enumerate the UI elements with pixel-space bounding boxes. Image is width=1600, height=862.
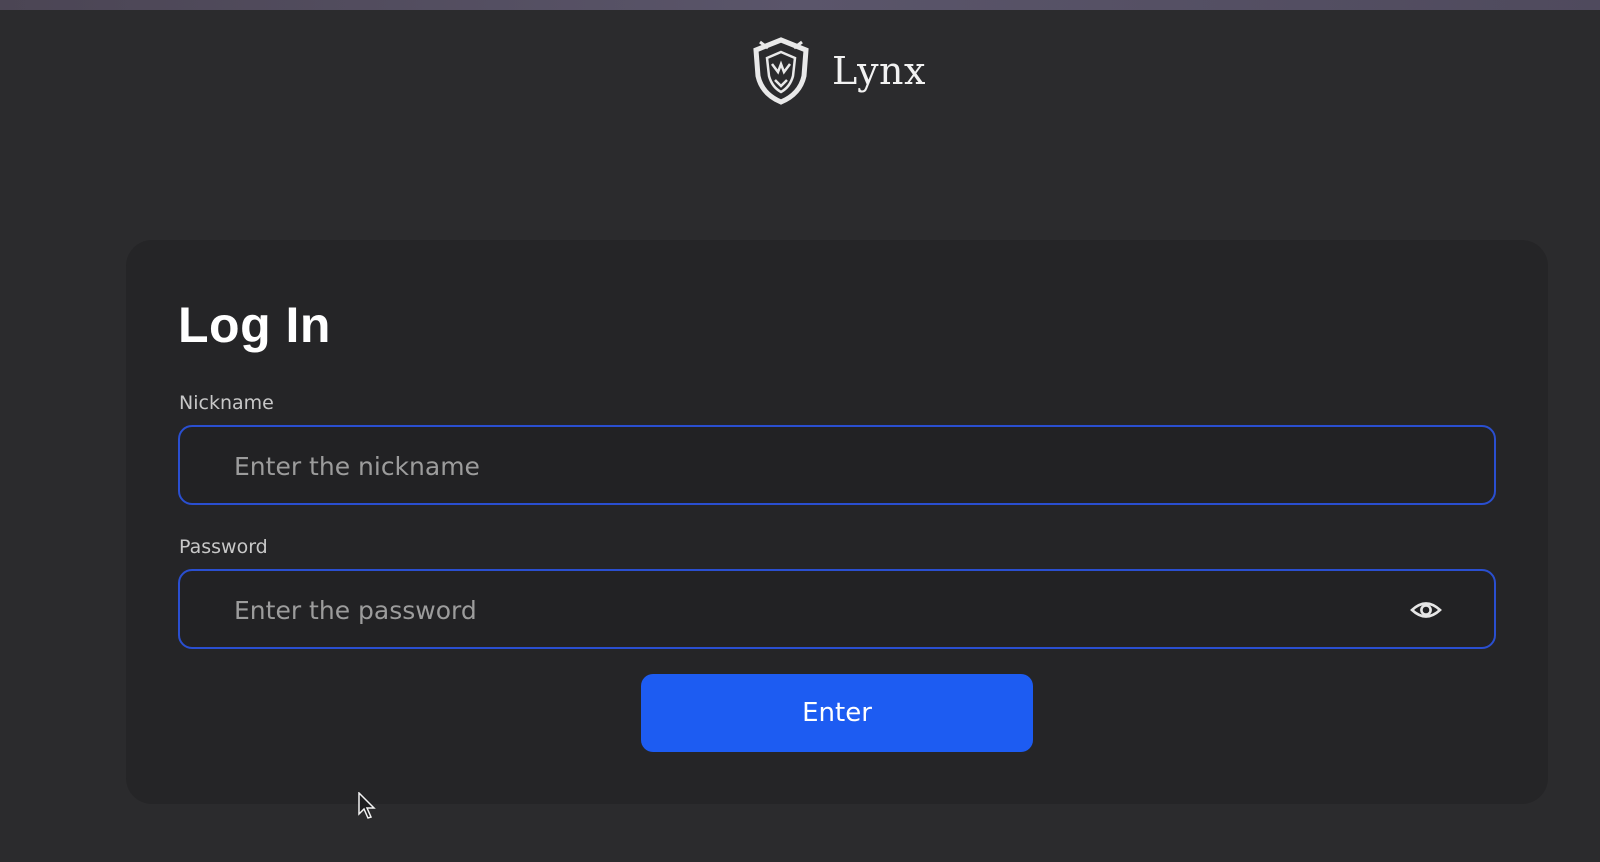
window-top-strip bbox=[0, 0, 1600, 10]
password-label: Password bbox=[179, 536, 268, 558]
password-field bbox=[178, 569, 1496, 649]
password-input[interactable] bbox=[232, 571, 1386, 649]
shield-crest-icon bbox=[753, 37, 809, 105]
eye-icon[interactable] bbox=[1410, 597, 1442, 623]
brand-header: Lynx bbox=[748, 36, 926, 106]
login-card: Log In Nickname Password Enter bbox=[126, 240, 1548, 804]
brand-name: Lynx bbox=[832, 49, 926, 93]
mouse-cursor-icon bbox=[358, 792, 376, 819]
nickname-label: Nickname bbox=[179, 392, 274, 414]
nickname-field bbox=[178, 425, 1496, 505]
nickname-input[interactable] bbox=[232, 427, 1386, 505]
page-title: Log In bbox=[178, 297, 331, 353]
enter-button[interactable]: Enter bbox=[641, 674, 1033, 752]
